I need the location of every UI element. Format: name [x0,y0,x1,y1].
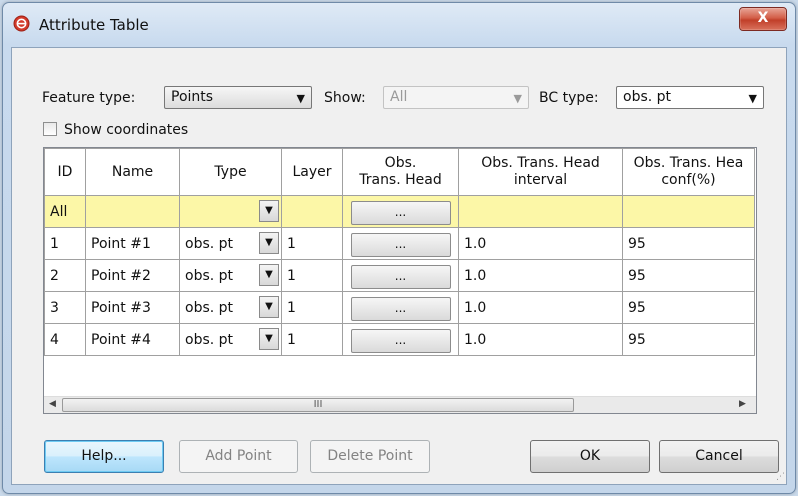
dialog-body: Feature type: Points ▼ Show: All ▼ BC ty… [11,47,787,485]
ellipsis-button[interactable]: ... [350,329,451,353]
help-button[interactable]: Help... [44,440,164,473]
cell-interval[interactable]: 1.0 [458,227,623,260]
cell-name[interactable]: Point #3 [85,291,180,324]
cell-type[interactable]: obs. pt ▼ [179,259,282,292]
cell-name[interactable]: Point #4 [85,323,180,356]
resize-grip-icon[interactable]: ⋰ [776,472,785,482]
scrollbar-corner [756,396,757,413]
attribute-grid[interactable]: ID Name Type Layer Obs. Trans. Head Obs.… [43,147,757,414]
vertical-scrollbar[interactable]: ▲ ≡ ▼ [756,148,757,397]
cell-name[interactable]: Point #1 [85,227,180,260]
attribute-table: ID Name Type Layer Obs. Trans. Head Obs.… [44,148,755,356]
cell-type[interactable]: obs. pt ▼ [179,323,282,356]
delete-point-button: Delete Point [310,440,430,473]
ellipsis-button[interactable]: ... [350,265,451,289]
cell-obs-trans-head: ... [342,195,459,228]
cell-id[interactable]: 4 [44,323,86,356]
scroll-right-icon[interactable]: ▶ [739,399,746,409]
cell-type[interactable]: obs. pt ▼ [179,227,282,260]
cell-layer[interactable] [281,195,343,228]
cell-obs-trans-head: ... [342,227,459,260]
table-row: 4 Point #4 obs. pt ▼ 1 ... 1.0 95 [44,323,755,356]
app-logo-icon [13,15,30,32]
cell-interval[interactable] [458,195,623,228]
table-row: 2 Point #2 obs. pt ▼ 1 ... 1.0 95 [44,259,755,292]
scroll-left-icon[interactable]: ◀ [49,399,56,409]
feature-type-select[interactable]: Points ▼ [164,86,312,109]
ellipsis-button[interactable]: ... [350,233,451,257]
cell-layer[interactable]: 1 [281,323,343,356]
column-header-type[interactable]: Type [179,148,282,196]
column-header-conf[interactable]: Obs. Trans. Hea conf(%) [622,148,755,196]
column-header-id[interactable]: ID [44,148,86,196]
cell-id[interactable]: 1 [44,227,86,260]
table-row: 3 Point #3 obs. pt ▼ 1 ... 1.0 95 [44,291,755,324]
ellipsis-button[interactable]: ... [350,297,451,321]
show-select: All ▼ [383,86,529,109]
window-title: Attribute Table [39,16,149,34]
table-row-all: All ▼ ... [44,195,755,228]
show-coordinates-checkbox[interactable] [43,122,57,136]
cell-id[interactable]: All [44,195,86,228]
cell-layer[interactable]: 1 [281,291,343,324]
cell-conf[interactable] [622,195,755,228]
horizontal-scroll-thumb[interactable]: III [62,398,574,412]
add-point-button: Add Point [179,440,298,473]
table-row: 1 Point #1 obs. pt ▼ 1 ... 1.0 95 [44,227,755,260]
cancel-button[interactable]: Cancel [659,440,779,473]
show-label: Show: [324,90,366,106]
cell-interval[interactable]: 1.0 [458,291,623,324]
chevron-down-icon: ▼ [748,92,757,105]
cell-obs-trans-head: ... [342,259,459,292]
dropdown-arrow-icon[interactable]: ▼ [259,328,279,350]
horizontal-scrollbar[interactable]: ◀ III ▶ [44,396,756,413]
cell-obs-trans-head: ... [342,323,459,356]
column-header-layer[interactable]: Layer [281,148,343,196]
cell-conf[interactable]: 95 [622,259,755,292]
bc-type-select[interactable]: obs. pt ▼ [616,86,764,109]
attribute-table-window: Attribute Table X Feature type: Points ▼… [2,2,796,494]
table-header-row: ID Name Type Layer Obs. Trans. Head Obs.… [44,148,755,196]
cell-id[interactable]: 3 [44,291,86,324]
cell-obs-trans-head: ... [342,291,459,324]
column-header-obs-trans-head[interactable]: Obs. Trans. Head [342,148,459,196]
dropdown-arrow-icon[interactable]: ▼ [259,232,279,254]
ellipsis-button[interactable]: ... [350,201,451,225]
cell-type[interactable]: ▼ [179,195,282,228]
column-header-interval[interactable]: Obs. Trans. Head interval [458,148,623,196]
show-coordinates-label: Show coordinates [64,122,189,138]
cell-id[interactable]: 2 [44,259,86,292]
chevron-down-icon: ▼ [513,92,522,105]
cell-conf[interactable]: 95 [622,291,755,324]
cell-type[interactable]: obs. pt ▼ [179,291,282,324]
dropdown-arrow-icon[interactable]: ▼ [259,264,279,286]
cell-layer[interactable]: 1 [281,227,343,260]
column-header-name[interactable]: Name [85,148,180,196]
cell-layer[interactable]: 1 [281,259,343,292]
cell-name[interactable]: Point #2 [85,259,180,292]
title-bar[interactable]: Attribute Table X [3,3,795,47]
cell-interval[interactable]: 1.0 [458,259,623,292]
cell-name[interactable] [85,195,180,228]
dropdown-arrow-icon[interactable]: ▼ [259,200,279,222]
bc-type-label: BC type: [539,90,599,106]
dropdown-arrow-icon[interactable]: ▼ [259,296,279,318]
ok-button[interactable]: OK [530,440,650,473]
chevron-down-icon: ▼ [296,92,305,105]
cell-interval[interactable]: 1.0 [458,323,623,356]
cell-conf[interactable]: 95 [622,227,755,260]
feature-type-label: Feature type: [42,90,136,106]
cell-conf[interactable]: 95 [622,323,755,356]
close-button[interactable]: X [739,7,787,31]
